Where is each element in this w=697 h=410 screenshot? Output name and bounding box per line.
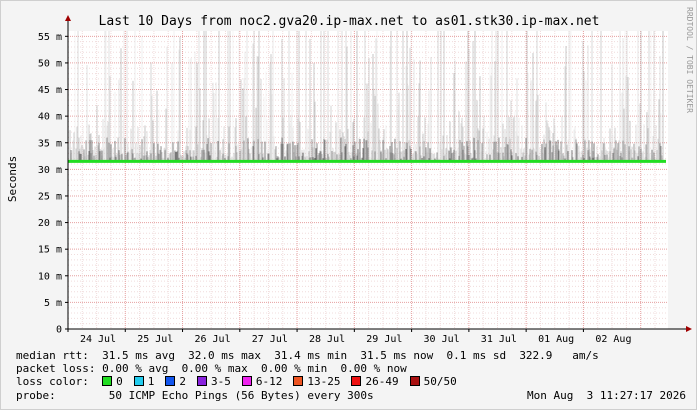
loss-color-item: 0 [102, 375, 123, 388]
loss-color-item: 1 [133, 375, 155, 388]
x-tick-label: 30 Jul [424, 334, 460, 345]
x-tick-label: 29 Jul [366, 334, 402, 345]
x-axis-arrow [686, 326, 692, 332]
probe-label: probe: [16, 389, 56, 402]
median-rtt-line: median rtt: 31.5 ms avg 32.0 ms max 31.4… [16, 349, 599, 362]
loss-color-text: 13-25 [307, 375, 341, 388]
y-tick-label: 45 m [38, 85, 62, 96]
loss-color-swatch [133, 376, 144, 386]
loss-color-swatch [409, 376, 420, 386]
x-tick-label: 27 Jul [252, 334, 288, 345]
x-tick-label: 02 Aug [595, 334, 631, 345]
loss-color-item: 2 [165, 375, 186, 388]
probe-line: probe: 50 ICMP Echo Pings (56 Bytes) eve… [16, 389, 686, 402]
x-tick-label: 25 Jul [137, 334, 173, 345]
x-tick-label: 26 Jul [194, 334, 230, 345]
x-tick-label: 28 Jul [309, 334, 345, 345]
y-tick-label: 35 m [38, 138, 62, 149]
loss-color-item: 3-5 [196, 375, 231, 388]
y-tick-label: 30 m [38, 165, 62, 176]
x-tick-label: 01 Aug [538, 334, 574, 345]
y-tick-label: 20 m [38, 218, 62, 229]
loss-color-swatch [165, 376, 176, 386]
y-tick-label: 0 [56, 325, 62, 336]
loss-color-text: 0 [116, 375, 123, 388]
y-axis-label: Seconds [6, 156, 19, 202]
loss-color-item: 6-12 [241, 375, 283, 388]
loss-color-text: 3-5 [210, 375, 231, 388]
packet-loss-line: packet loss: 0.00 % avg 0.00 % max 0.00 … [16, 362, 407, 375]
y-tick-label: 25 m [38, 191, 62, 202]
loss-color-item: 50/50 [409, 375, 457, 388]
chart-title: Last 10 Days from noc2.gva20.ip-max.net … [99, 14, 600, 29]
chart: Last 10 Days from noc2.gva20.ip-max.net … [6, 7, 694, 345]
timestamp: Mon Aug 3 11:27:17 2026 [527, 389, 686, 402]
loss-color-legend: loss color: 0 1 2 3-5 6-12 13-25 26-49 50/50 [16, 375, 468, 388]
loss-color-swatch [351, 376, 362, 386]
loss-color-text: 50/50 [423, 375, 457, 388]
y-tick-label: 10 m [38, 271, 62, 282]
side-label: RRDTOOL / TOBI OETIKER [685, 7, 694, 113]
loss-color-text: 6-12 [255, 375, 283, 388]
loss-color-swatch [102, 376, 113, 386]
x-tick-label: 31 Jul [481, 334, 517, 345]
loss-color-item: 13-25 [293, 375, 340, 388]
loss-color-swatch [293, 376, 304, 386]
probe-text: 50 ICMP Echo Pings (56 Bytes) every 300s [108, 389, 374, 402]
loss-color-text: 26-49 [365, 375, 399, 388]
y-tick-label: 55 m [38, 32, 62, 43]
loss-color-text: 2 [179, 375, 186, 388]
y-tick-label: 15 m [38, 245, 62, 256]
smokeping-graph: Last 10 Days from noc2.gva20.ip-max.net … [0, 0, 697, 410]
y-tick-label: 40 m [38, 112, 62, 123]
loss-color-item: 26-49 [351, 375, 399, 388]
loss-color-swatch [196, 376, 207, 386]
loss-color-label: loss color: [16, 375, 89, 388]
y-tick-label: 50 m [38, 58, 62, 69]
loss-color-swatch [241, 376, 252, 386]
y-axis-arrow [65, 15, 71, 21]
y-tick-label: 5 m [44, 298, 62, 309]
loss-color-text: 1 [147, 375, 155, 388]
x-tick-label: 24 Jul [80, 334, 116, 345]
